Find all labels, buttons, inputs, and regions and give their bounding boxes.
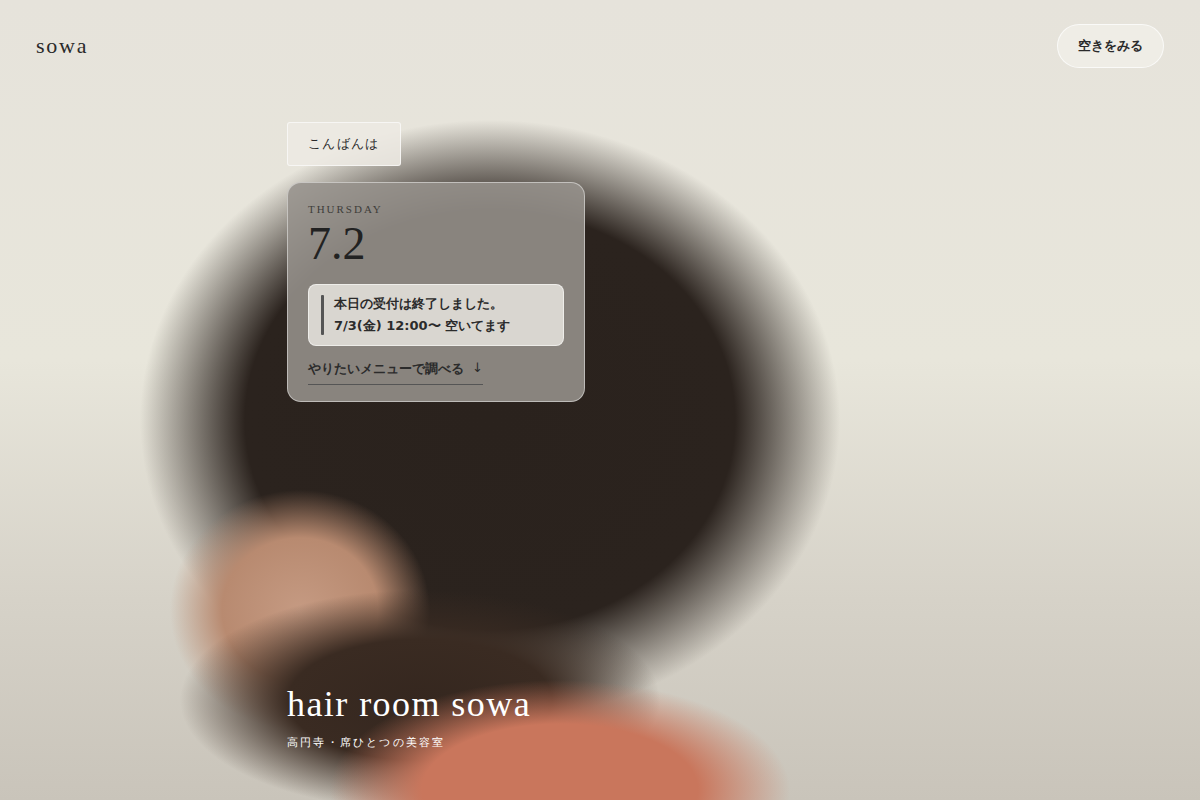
- weekday: THURSDAY: [308, 203, 564, 215]
- notice-line: 7/3(金) 12:00〜 空いてます: [334, 317, 510, 335]
- availability-button[interactable]: 空きをみる: [1057, 24, 1164, 68]
- menu-search-link[interactable]: やりたいメニューで調べる ↓: [308, 360, 483, 385]
- down-arrow-icon: ↓: [472, 360, 483, 378]
- date-card: THURSDAY 7.2 本日の受付は終了しました。 7/3(金) 12:00〜 …: [287, 182, 585, 402]
- greeting-tag: こんばんは: [287, 122, 401, 166]
- hero-photo: [0, 0, 1200, 800]
- hero-content: こんばんは THURSDAY 7.2 本日の受付は終了しました。 7/3(金) 1…: [0, 92, 1200, 800]
- hero-titles: hair room sowa 高円寺・席ひとつの美容室: [287, 685, 531, 750]
- notice-line: 本日の受付は終了しました。: [334, 295, 510, 313]
- menu-search-label: やりたいメニューで調べる: [308, 360, 464, 378]
- date: 7.2: [308, 219, 564, 270]
- availability-notice: 本日の受付は終了しました。 7/3(金) 12:00〜 空いてます: [308, 284, 564, 346]
- hero-title: hair room sowa: [287, 685, 531, 725]
- notice-bar: [321, 295, 324, 335]
- site-header: sowa 空きをみる: [0, 0, 1200, 92]
- hero-page: sowa 空きをみる こんばんは THURSDAY 7.2 本日の受付は終了しま…: [0, 0, 1200, 800]
- logo[interactable]: sowa: [36, 33, 88, 59]
- notice-lines: 本日の受付は終了しました。 7/3(金) 12:00〜 空いてます: [334, 295, 510, 335]
- hero-subtitle: 高円寺・席ひとつの美容室: [287, 735, 531, 750]
